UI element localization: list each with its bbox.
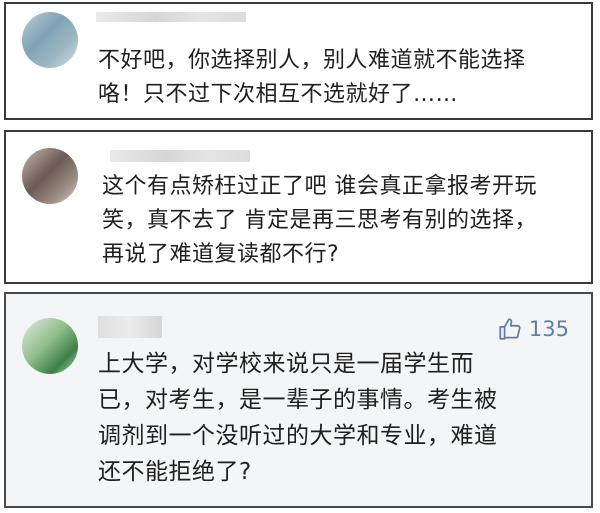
comment-text: 不好吧，你选择别人，别人难道就不能选择 咯！只不过下次相互不选就好了…… [98, 48, 526, 107]
user-avatar[interactable] [22, 148, 78, 204]
comment-text: 上大学，对学校来说只是一届学生而 已，对考生，是一辈子的事情。考生被 调剂到一个… [98, 351, 498, 485]
username-blurred [98, 316, 162, 338]
comment-card-3: 135 上大学，对学校来说只是一届学生而 已，对考生，是一辈子的事情。考生被 调… [4, 292, 593, 508]
comment-card-1: 不好吧，你选择别人，别人难道就不能选择 咯！只不过下次相互不选就好了…… [4, 2, 593, 120]
comment-text: 这个有点矫枉过正了吧 谁会真正拿报考开玩 笑，真不去了 肯定是再三思考有别的选择… [102, 174, 537, 267]
thumbs-up-icon [497, 316, 523, 342]
comment-card-2: 这个有点矫枉过正了吧 谁会真正拿报考开玩 笑，真不去了 肯定是再三思考有别的选择… [4, 130, 593, 284]
user-avatar[interactable] [22, 12, 78, 68]
user-avatar[interactable] [22, 318, 78, 374]
like-count: 135 [528, 317, 569, 341]
username-blurred [96, 12, 246, 22]
like-button[interactable]: 135 [497, 316, 569, 342]
username-blurred [110, 150, 250, 162]
